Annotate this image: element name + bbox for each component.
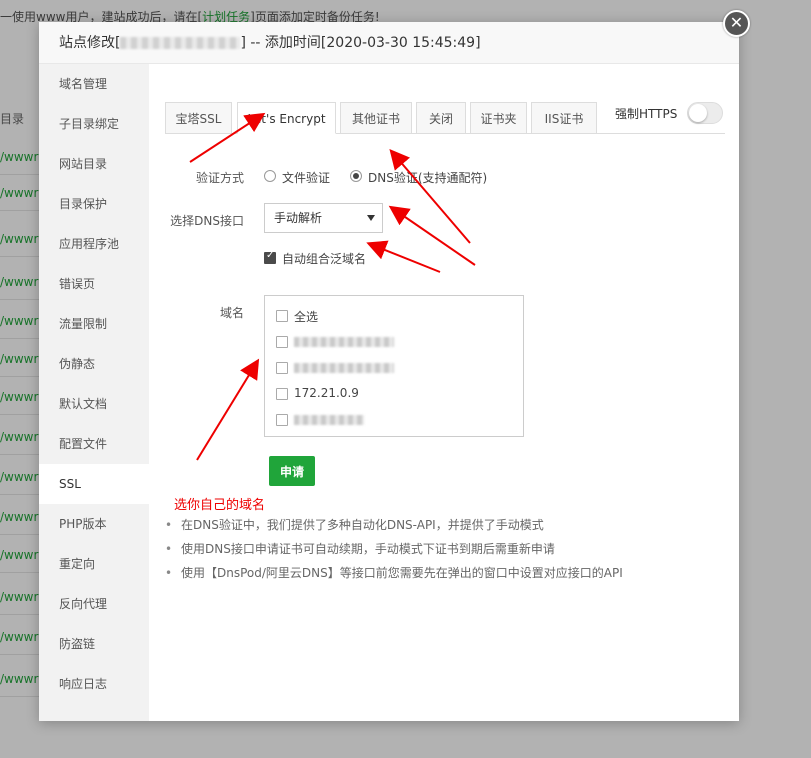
domain-list: 全选 172.21.0.9 xyxy=(264,295,524,437)
dns-verify-radio[interactable] xyxy=(350,170,362,182)
dns-verify-label: DNS验证(支持通配符) xyxy=(368,171,488,185)
domain-checkbox[interactable] xyxy=(276,310,288,322)
redacted-domain xyxy=(294,337,394,347)
redacted-domain xyxy=(294,415,364,425)
force-https-toggle[interactable] xyxy=(687,102,723,124)
sidebar-item[interactable]: 防盗链 xyxy=(39,624,149,664)
tab[interactable]: IIS证书 xyxy=(531,102,597,134)
help-tips: 在DNS验证中，我们提供了多种自动化DNS-API，并提供了手动模式使用DNS接… xyxy=(163,517,623,589)
title-suffix: ] -- 添加时间[2020-03-30 15:45:49] xyxy=(240,35,481,51)
redacted-domain xyxy=(294,363,394,373)
close-icon[interactable]: ✕ xyxy=(723,10,750,37)
redacted-site-name xyxy=(120,37,241,49)
sidebar-item[interactable]: 流量限制 xyxy=(39,304,149,344)
sidebar-item[interactable]: 响应日志 xyxy=(39,664,149,704)
dns-interface-select[interactable]: 手动解析 xyxy=(264,203,383,233)
tab[interactable]: Let's Encrypt xyxy=(237,102,336,134)
tab[interactable]: 证书夹 xyxy=(470,102,527,134)
tip-item: 使用DNS接口申请证书可自动续期，手动模式下证书到期后需重新申请 xyxy=(163,541,623,565)
sidebar-item[interactable]: 网站目录 xyxy=(39,144,149,184)
title-prefix: 站点修改[ xyxy=(59,35,121,51)
sidebar-item[interactable]: 重定向 xyxy=(39,544,149,584)
domain-checkbox[interactable] xyxy=(276,388,288,400)
apply-button[interactable]: 申请 xyxy=(269,456,315,486)
settings-sidebar: 域名管理 子目录绑定 网站目录 目录保护 应用程序池 错误页 流量限制 伪静态 默认文档 配置文件… xyxy=(39,64,149,721)
sidebar-item[interactable]: PHP版本 xyxy=(39,504,149,544)
sidebar-item[interactable]: 目录保护 xyxy=(39,184,149,224)
annotation-text: 选你自己的域名 xyxy=(174,498,266,513)
wildcard-label: 自动组合泛域名 xyxy=(282,252,367,266)
domain-checkbox[interactable] xyxy=(276,336,288,348)
toggle-knob xyxy=(689,104,707,122)
dns-select-value: 手动解析 xyxy=(274,211,323,225)
file-verify-label: 文件验证 xyxy=(282,171,331,185)
tab[interactable]: 其他证书 xyxy=(340,102,412,134)
chevron-down-icon xyxy=(367,215,375,221)
domain-checkbox[interactable] xyxy=(276,362,288,374)
dns-interface-label: 选择DNS接口 xyxy=(170,214,244,228)
sidebar-item[interactable]: 域名管理 xyxy=(39,64,149,104)
sidebar-item[interactable]: 反向代理 xyxy=(39,584,149,624)
sidebar-item[interactable]: 子目录绑定 xyxy=(39,104,149,144)
domain-label: 全选 xyxy=(294,310,319,324)
force-https-label: 强制HTTPS xyxy=(615,107,678,121)
sidebar-item[interactable]: 默认文档 xyxy=(39,384,149,424)
file-verify-radio[interactable] xyxy=(264,170,276,182)
sidebar-item[interactable]: 错误页 xyxy=(39,264,149,304)
ssl-panel: 宝塔SSL Let's Encrypt 其他证书 关闭 证书夹 IIS证书 强制HTTPS… xyxy=(149,64,739,721)
tab[interactable]: 关闭 xyxy=(416,102,466,134)
tab[interactable]: 宝塔SSL xyxy=(165,102,232,134)
tip-item: 在DNS验证中，我们提供了多种自动化DNS-API，并提供了手动模式 xyxy=(163,517,623,541)
sidebar-item[interactable]: 伪静态 xyxy=(39,344,149,384)
wildcard-checkbox[interactable] xyxy=(264,250,276,264)
verify-method-label: 验证方式 xyxy=(195,171,244,185)
domain-checkbox[interactable] xyxy=(276,414,288,426)
site-edit-dialog: 站点修改[ ] -- 添加时间[2020-03-30 15:45:49] 域名管理… xyxy=(39,22,739,721)
sidebar-item[interactable]: 配置文件 xyxy=(39,424,149,464)
tip-item: 使用【DnsPod/阿里云DNS】等接口前您需要先在弹出的窗口中设置对应接口的A… xyxy=(163,565,623,589)
sidebar-item[interactable]: 应用程序池 xyxy=(39,224,149,264)
domain-label: 172.21.0.9 xyxy=(294,386,359,400)
dialog-title: 站点修改[ ] -- 添加时间[2020-03-30 15:45:49] xyxy=(39,22,739,64)
sidebar-item[interactable]: SSL xyxy=(39,464,149,504)
domain-label: 域名 xyxy=(219,306,244,320)
